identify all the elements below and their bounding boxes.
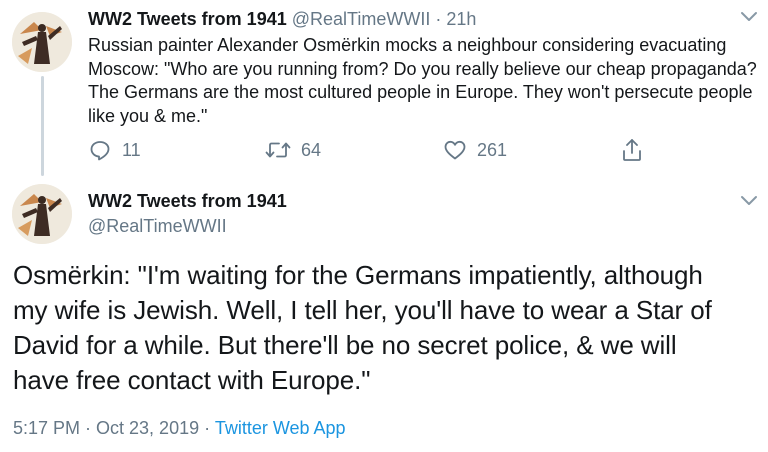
tweet-meta: 5:17 PM · Oct 23, 2019 · Twitter Web App (13, 416, 346, 440)
tweet-text: Osmërkin: "I'm waiting for the Germans i… (13, 258, 763, 398)
handle[interactable]: @RealTimeWWII (292, 9, 431, 29)
tweet-text-line: David for a while. But there'll be no se… (13, 330, 677, 360)
reply-button[interactable]: 11 (88, 137, 141, 163)
chevron-down-icon[interactable] (740, 194, 758, 208)
like-count: 261 (477, 139, 508, 160)
tweet-text-line: like you & me." (88, 105, 208, 126)
tweet-text-line: Moscow: "Who are you running from? Do yo… (88, 58, 757, 79)
retweet-count: 64 (301, 139, 322, 160)
reply-icon (90, 141, 110, 161)
tweet-text-line: have free contact with Europe." (13, 365, 371, 395)
avatar[interactable] (12, 12, 72, 72)
tweet-text-line: my wife is Jewish. Well, I tell her, you… (13, 295, 712, 325)
avatar[interactable] (12, 184, 72, 244)
reply-count: 11 (122, 139, 141, 160)
like-button[interactable]: 261 (443, 137, 507, 163)
separator: · (435, 9, 442, 29)
tweet-text: Russian painter Alexander Osmërkin mocks… (88, 34, 758, 128)
share-icon (623, 139, 641, 161)
share-button[interactable] (620, 137, 644, 163)
tweet-text-line: Osmërkin: "I'm waiting for the Germans i… (13, 260, 703, 290)
tweet-text-line: Russian painter Alexander Osmërkin mocks… (88, 35, 727, 55)
handle[interactable]: @RealTimeWWII (88, 214, 227, 238)
separator: · (204, 418, 211, 438)
display-name[interactable]: WW2 Tweets from 1941 (88, 189, 287, 213)
thread-line (41, 76, 44, 176)
retweet-icon (265, 142, 291, 158)
tweet-header: WW2 Tweets from 1941 @RealTimeWWII · 21h (88, 7, 476, 31)
time-ago[interactable]: 21h (446, 9, 476, 29)
display-name[interactable]: WW2 Tweets from 1941 (88, 9, 287, 29)
heart-icon (444, 140, 466, 160)
timestamp[interactable]: 5:17 PM · Oct 23, 2019 (13, 418, 199, 438)
retweet-button[interactable]: 64 (265, 137, 321, 163)
soldier-avatar-icon (12, 184, 72, 244)
chevron-down-icon[interactable] (740, 10, 758, 24)
tweet-text-line: The Germans are the most cultured people… (88, 82, 753, 102)
source-link[interactable]: Twitter Web App (215, 418, 346, 438)
soldier-avatar-icon (12, 12, 72, 72)
